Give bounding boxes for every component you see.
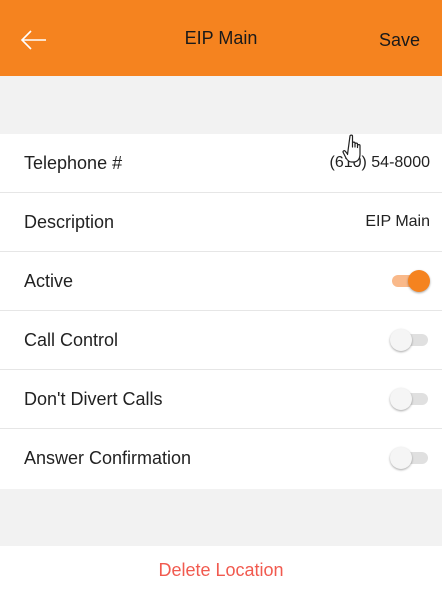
row-label: Don't Divert Calls	[24, 389, 163, 409]
top-bar: EIP Main Save	[0, 0, 442, 76]
call-control-toggle[interactable]	[390, 329, 430, 351]
active-toggle[interactable]	[390, 270, 430, 292]
telephone-row[interactable]: Telephone # (610) 54-8000	[0, 134, 442, 193]
description-row[interactable]: Description EIP Main	[0, 193, 442, 252]
dont-divert-calls-toggle[interactable]	[390, 388, 430, 410]
description-value: EIP Main	[365, 213, 430, 230]
toggle-knob	[390, 329, 412, 351]
save-button[interactable]: Save	[379, 30, 420, 51]
section-spacer	[0, 489, 442, 546]
row-label: Answer Confirmation	[24, 448, 192, 468]
row-label: Active	[24, 271, 74, 291]
toggle-knob	[390, 447, 412, 469]
toggle-knob	[390, 388, 412, 410]
section-spacer	[0, 76, 442, 134]
dont-divert-calls-row: Don't Divert Calls	[0, 370, 442, 429]
active-row: Active	[0, 252, 442, 311]
telephone-value: (610) 54-8000	[329, 154, 430, 171]
back-button[interactable]	[16, 22, 52, 58]
call-control-row: Call Control	[0, 311, 442, 370]
answer-confirmation-row: Answer Confirmation	[0, 429, 442, 488]
answer-confirmation-toggle[interactable]	[390, 447, 430, 469]
toggle-knob	[408, 270, 430, 292]
arrow-left-icon	[20, 30, 46, 50]
settings-list: Telephone # (610) 54-8000 Description EI…	[0, 134, 442, 488]
page-title: EIP Main	[184, 28, 258, 48]
row-label: Description	[24, 212, 115, 232]
row-label: Telephone #	[24, 153, 123, 173]
delete-location-button[interactable]: Delete Location	[0, 560, 442, 581]
row-label: Call Control	[24, 330, 119, 350]
